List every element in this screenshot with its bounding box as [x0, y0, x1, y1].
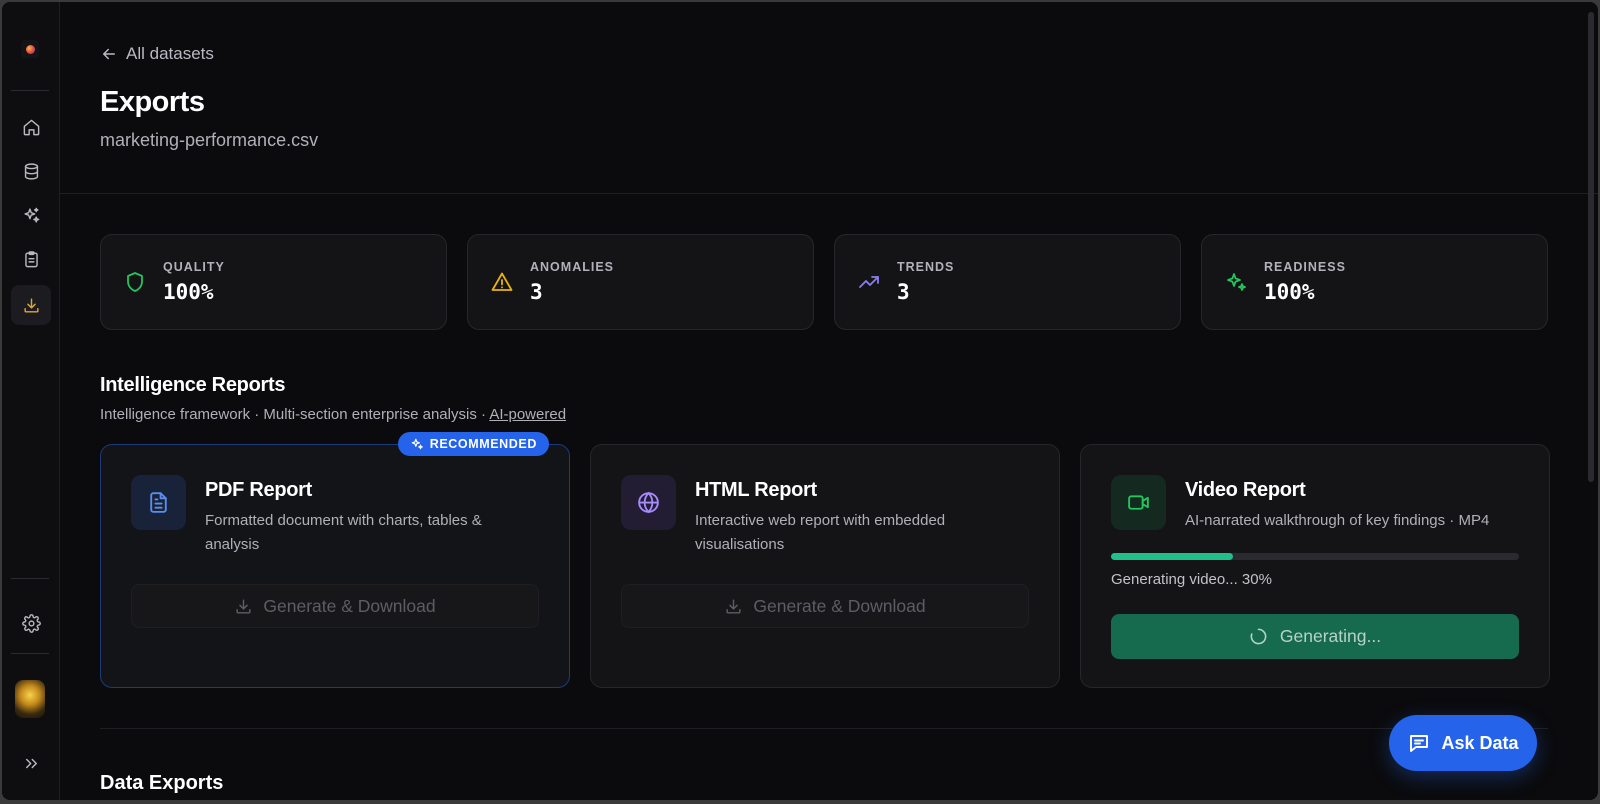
report-card-video[interactable]: Video Report AI-narrated walkthrough of … [1080, 444, 1550, 688]
back-link-label: All datasets [126, 44, 214, 63]
stat-value: 100% [1264, 280, 1315, 304]
shield-icon [127, 272, 143, 292]
ask-data-label: Ask Data [1441, 732, 1519, 753]
report-title: PDF Report [205, 479, 313, 501]
button-label: Generating... [1279, 626, 1382, 646]
sidebar-item-exports[interactable] [11, 285, 51, 325]
stat-label: QUALITY [163, 260, 225, 274]
sparkles-icon [23, 207, 39, 223]
stat-value: 3 [530, 280, 543, 304]
report-card-pdf[interactable]: RECOMMENDED PDF Report Formatted documen… [100, 432, 570, 688]
database-icon [24, 162, 38, 180]
badge-label: RECOMMENDED [429, 437, 537, 451]
section-title-intelligence: Intelligence Reports [100, 374, 286, 396]
main-content: All datasets Exports marketing-performan… [60, 2, 1598, 800]
sidebar-divider [11, 578, 49, 579]
download-icon [726, 598, 741, 614]
back-to-datasets-link[interactable]: All datasets [100, 44, 214, 64]
report-title: HTML Report [695, 479, 817, 501]
button-label: Generate & Download [263, 595, 436, 616]
arrow-left-icon [103, 48, 115, 60]
ask-data-button[interactable]: Ask Data [1389, 715, 1537, 771]
video-icon-box [1111, 475, 1166, 530]
sidebar-item-reports[interactable] [11, 239, 51, 279]
sidebar-item-home[interactable] [11, 107, 51, 147]
stat-card-trends: TRENDS 3 [834, 234, 1181, 330]
report-description: Interactive web report with embedded vis… [695, 512, 946, 553]
generating-button[interactable]: Generating... [1111, 614, 1519, 659]
sidebar-item-datasets[interactable] [11, 151, 51, 191]
stats-row: QUALITY 100% ANOMALIES 3 TRENDS 3 READIN… [100, 234, 1548, 330]
sidebar-divider [11, 90, 49, 91]
sidebar-item-settings[interactable] [11, 603, 51, 643]
progress-text: Generating video... 30% [1111, 571, 1272, 588]
header-divider [60, 193, 1598, 194]
scrollbar[interactable] [1588, 12, 1594, 482]
stat-value: 3 [897, 280, 910, 304]
download-icon [236, 598, 251, 614]
settings-icon [21, 613, 41, 633]
spinner-icon [1250, 628, 1267, 645]
video-progress-bar [1111, 553, 1519, 560]
dataset-filename: marketing-performance.csv [100, 130, 319, 150]
warning-icon [491, 272, 513, 291]
pdf-icon-box [131, 475, 186, 530]
generate-download-button[interactable]: Generate & Download [621, 584, 1029, 628]
html-icon-box [621, 475, 676, 530]
avatar[interactable] [15, 680, 45, 718]
home-icon [23, 119, 39, 135]
document-icon [150, 492, 167, 513]
report-title: Video Report [1185, 479, 1306, 501]
globe-icon [638, 491, 659, 514]
trending-up-icon [859, 276, 879, 288]
reports-row: RECOMMENDED PDF Report Formatted documen… [100, 432, 1550, 688]
button-label: Generate & Download [753, 595, 926, 616]
sidebar-expand-button[interactable] [11, 743, 51, 783]
download-icon [23, 297, 39, 313]
section-subtitle-text: Intelligence framework · Multi-section e… [100, 406, 490, 423]
stat-card-quality: QUALITY 100% [100, 234, 447, 330]
sparkles-icon [1227, 273, 1246, 291]
stat-value: 100% [163, 280, 214, 304]
sparkles-icon [411, 438, 423, 450]
recommended-badge: RECOMMENDED [397, 432, 549, 456]
section-subtitle: Intelligence framework · Multi-section e… [100, 406, 566, 423]
chat-icon [1410, 735, 1429, 752]
video-icon [1128, 495, 1149, 510]
stat-label: ANOMALIES [530, 260, 614, 274]
section-title-data-exports: Data Exports [100, 772, 224, 794]
expand-icon [25, 758, 37, 768]
stat-card-anomalies: ANOMALIES 3 [467, 234, 814, 330]
stat-card-readiness: READINESS 100% [1201, 234, 1548, 330]
report-description: AI-narrated walkthrough of key findings … [1185, 512, 1490, 529]
app-logo[interactable] [21, 40, 39, 58]
clipboard-icon [24, 250, 38, 267]
generate-download-button[interactable]: Generate & Download [131, 584, 539, 628]
video-progress-fill [1111, 553, 1234, 560]
sidebar-divider [11, 653, 49, 654]
ai-powered-link[interactable]: AI-powered [489, 406, 566, 423]
sidebar [2, 2, 60, 800]
page-title: Exports [100, 86, 205, 118]
section-divider [100, 728, 1548, 729]
stat-label: READINESS [1264, 260, 1346, 274]
report-description: Formatted document with charts, tables &… [205, 512, 482, 553]
sidebar-item-insights[interactable] [11, 195, 51, 235]
app-window: All datasets Exports marketing-performan… [2, 2, 1598, 800]
report-card-html[interactable]: HTML Report Interactive web report with … [590, 444, 1060, 688]
stat-label: TRENDS [897, 260, 955, 274]
